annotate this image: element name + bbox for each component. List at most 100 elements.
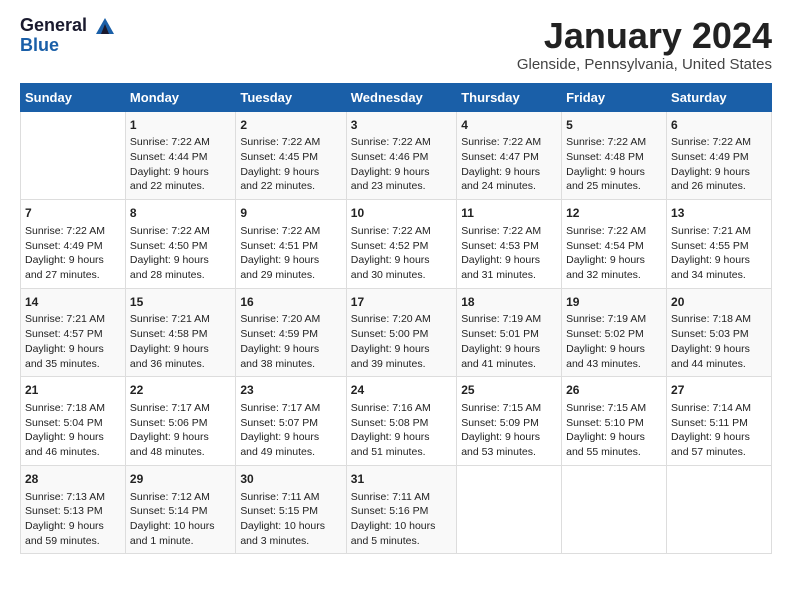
day-info: and 24 minutes.	[461, 179, 557, 194]
logo: General Blue	[20, 16, 116, 56]
day-info: and 44 minutes.	[671, 357, 767, 372]
day-cell: 28 Sunrise: 7:13 AMSunset: 5:13 PMDayligh…	[21, 465, 126, 554]
day-cell: 1Sunrise: 7:22 AMSunset: 4:44 PMDaylight…	[125, 111, 235, 200]
day-number: 7	[25, 205, 121, 222]
day-info: Sunset: 4:47 PM	[461, 150, 557, 165]
day-cell: 24Sunrise: 7:16 AMSunset: 5:08 PMDayligh…	[346, 377, 456, 466]
day-number: 9	[240, 205, 341, 222]
day-cell: 30Sunrise: 7:11 AMSunset: 5:15 PMDayligh…	[236, 465, 346, 554]
day-info: and 1 minute.	[130, 534, 231, 549]
day-info: Sunrise: 7:21 AM	[130, 312, 231, 327]
day-number: 30	[240, 471, 341, 488]
day-info: Sunset: 5:01 PM	[461, 327, 557, 342]
day-number: 17	[351, 294, 452, 311]
day-info: Sunset: 5:04 PM	[25, 416, 121, 431]
day-info: Sunset: 4:55 PM	[671, 239, 767, 254]
page: General Blue January 2024 Glenside, Penn…	[0, 0, 792, 564]
day-info: Daylight: 9 hours	[240, 342, 341, 357]
day-info: Sunset: 5:00 PM	[351, 327, 452, 342]
day-number: 21	[25, 382, 121, 399]
day-number: 26	[566, 382, 662, 399]
day-cell: 8Sunrise: 7:22 AMSunset: 4:50 PMDaylight…	[125, 200, 235, 289]
week-row-2: 7Sunrise: 7:22 AMSunset: 4:49 PMDaylight…	[21, 200, 772, 289]
day-info: Daylight: 9 hours	[25, 519, 121, 534]
day-cell: 18Sunrise: 7:19 AMSunset: 5:01 PMDayligh…	[457, 288, 562, 377]
day-number: 25	[461, 382, 557, 399]
day-cell: 13Sunrise: 7:21 AMSunset: 4:55 PMDayligh…	[667, 200, 772, 289]
day-number: 4	[461, 117, 557, 134]
day-number: 6	[671, 117, 767, 134]
day-number: 24	[351, 382, 452, 399]
day-cell: 31Sunrise: 7:11 AMSunset: 5:16 PMDayligh…	[346, 465, 456, 554]
day-info: Daylight: 9 hours	[461, 342, 557, 357]
day-cell: 10Sunrise: 7:22 AMSunset: 4:52 PMDayligh…	[346, 200, 456, 289]
day-info: Sunset: 4:50 PM	[130, 239, 231, 254]
day-cell: 17Sunrise: 7:20 AMSunset: 5:00 PMDayligh…	[346, 288, 456, 377]
day-info: and 35 minutes.	[25, 357, 121, 372]
day-cell: 29Sunrise: 7:12 AMSunset: 5:14 PMDayligh…	[125, 465, 235, 554]
day-info: Sunset: 4:45 PM	[240, 150, 341, 165]
week-row-5: 28Sunrise: 7:13 AMSunset: 5:13 PMDayligh…	[21, 465, 772, 554]
day-info: Sunrise: 7:22 AM	[351, 135, 452, 150]
day-info: Sunset: 4:49 PM	[671, 150, 767, 165]
day-info: Daylight: 9 hours	[671, 165, 767, 180]
day-info: and 5 minutes.	[351, 534, 452, 549]
day-info: Sunrise: 7:14 AM	[671, 401, 767, 416]
day-info: Sunrise: 7:22 AM	[461, 135, 557, 150]
location: Glenside, Pennsylvania, United States	[517, 56, 772, 73]
day-number: 28	[25, 471, 121, 488]
day-info: Sunset: 4:59 PM	[240, 327, 341, 342]
logo-line2: Blue	[20, 36, 116, 56]
day-info: Sunrise: 7:21 AM	[671, 224, 767, 239]
day-info: and 53 minutes.	[461, 445, 557, 460]
day-info: Sunset: 5:13 PM	[25, 504, 121, 519]
day-cell: 27Sunrise: 7:14 AMSunset: 5:11 PMDayligh…	[667, 377, 772, 466]
day-info: and 51 minutes.	[351, 445, 452, 460]
day-info: and 27 minutes.	[25, 268, 121, 283]
day-info: Daylight: 9 hours	[25, 430, 121, 445]
day-info: Sunrise: 7:22 AM	[566, 224, 662, 239]
header-cell-tuesday: Tuesday	[236, 83, 346, 111]
day-info: Sunrise: 7:16 AM	[351, 401, 452, 416]
day-info: Daylight: 9 hours	[130, 430, 231, 445]
day-cell: 19Sunrise: 7:19 AMSunset: 5:02 PMDayligh…	[562, 288, 667, 377]
day-info: Sunrise: 7:19 AM	[566, 312, 662, 327]
day-info: Sunset: 5:08 PM	[351, 416, 452, 431]
day-info: and 36 minutes.	[130, 357, 231, 372]
header-cell-thursday: Thursday	[457, 83, 562, 111]
day-info: Daylight: 9 hours	[671, 430, 767, 445]
day-number: 18	[461, 294, 557, 311]
day-info: Daylight: 9 hours	[130, 165, 231, 180]
day-cell	[21, 111, 126, 200]
day-info: Daylight: 9 hours	[566, 253, 662, 268]
day-cell: 6Sunrise: 7:22 AMSunset: 4:49 PMDaylight…	[667, 111, 772, 200]
day-number: 16	[240, 294, 341, 311]
header-cell-saturday: Saturday	[667, 83, 772, 111]
day-cell: 22Sunrise: 7:17 AMSunset: 5:06 PMDayligh…	[125, 377, 235, 466]
day-number: 1	[130, 117, 231, 134]
day-info: Sunrise: 7:22 AM	[240, 224, 341, 239]
day-number: 2	[240, 117, 341, 134]
day-info: Daylight: 9 hours	[130, 253, 231, 268]
calendar-table: SundayMondayTuesdayWednesdayThursdayFrid…	[20, 83, 772, 555]
title-block: January 2024 Glenside, Pennsylvania, Uni…	[517, 16, 772, 73]
day-info: Sunrise: 7:22 AM	[130, 224, 231, 239]
day-info: Daylight: 9 hours	[351, 253, 452, 268]
day-info: Sunset: 5:10 PM	[566, 416, 662, 431]
day-info: Sunrise: 7:22 AM	[130, 135, 231, 150]
header-cell-wednesday: Wednesday	[346, 83, 456, 111]
day-info: Daylight: 9 hours	[130, 342, 231, 357]
day-number: 22	[130, 382, 231, 399]
day-number: 5	[566, 117, 662, 134]
day-info: Sunrise: 7:11 AM	[240, 490, 341, 505]
week-row-3: 14Sunrise: 7:21 AMSunset: 4:57 PMDayligh…	[21, 288, 772, 377]
day-info: Sunset: 4:48 PM	[566, 150, 662, 165]
day-info: Daylight: 9 hours	[240, 165, 341, 180]
day-info: Sunrise: 7:13 AM	[25, 490, 121, 505]
day-info: Sunrise: 7:21 AM	[25, 312, 121, 327]
day-info: Sunset: 5:11 PM	[671, 416, 767, 431]
day-cell	[667, 465, 772, 554]
day-number: 15	[130, 294, 231, 311]
day-number: 19	[566, 294, 662, 311]
day-info: Daylight: 10 hours	[240, 519, 341, 534]
